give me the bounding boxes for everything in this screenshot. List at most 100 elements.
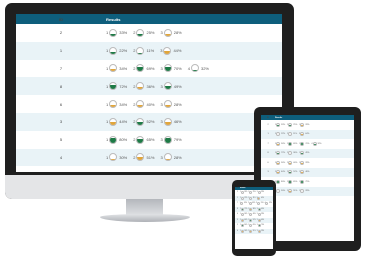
green-progress-circle-icon <box>136 46 145 55</box>
orange-progress-circle-icon <box>288 160 293 165</box>
result-item: 130% <box>275 189 285 194</box>
orange-progress-circle-icon <box>249 229 253 233</box>
row-results: 1 30% 2 51% 3 28% <box>106 153 188 162</box>
green-progress-circle-icon <box>249 224 253 228</box>
result-percent: 80% <box>119 137 128 143</box>
green-progress-circle-icon <box>257 207 261 211</box>
col-results-header[interactable]: Results <box>106 17 120 22</box>
result-percent: 11% <box>146 48 155 54</box>
progress-fill <box>164 137 171 143</box>
result-percent: 32% <box>268 203 272 205</box>
orange-progress-circle-icon <box>163 28 172 37</box>
row-results: 134%269%370%432% <box>240 202 273 206</box>
result-item: 130% <box>106 153 127 162</box>
col-id-header[interactable]: ID <box>261 117 275 119</box>
orange-progress-circle-icon <box>136 82 145 91</box>
result-item: 349% <box>257 207 264 211</box>
table-row[interactable]: 4130%251%328% <box>235 228 273 234</box>
table-row[interactable]: 8172%236%349% <box>16 77 282 96</box>
row-results: 180%265%379% <box>106 135 188 144</box>
result-item: 133% <box>240 191 247 195</box>
table-row[interactable]: 3144%252%346% <box>16 112 282 131</box>
progress-fill <box>301 143 304 145</box>
result-item: 349% <box>161 82 182 91</box>
table-row[interactable]: 2133%225%328% <box>16 24 282 42</box>
result-index: 3 <box>160 48 163 54</box>
table-row[interactable]: 6134%240%328% <box>261 158 354 168</box>
result-index: 1 <box>106 65 109 71</box>
col-results-header[interactable]: Results <box>240 188 245 189</box>
result-item: 1 80% <box>106 135 128 144</box>
result-percent: 69% <box>293 142 298 145</box>
result-item: 370% <box>299 141 309 146</box>
row-results: 134%240%328% <box>240 213 265 217</box>
progress-fill <box>110 33 117 36</box>
table-row[interactable]: 7134%269%370%432% <box>16 60 282 78</box>
result-item: 349% <box>299 151 309 156</box>
green-progress-circle-icon <box>109 28 118 37</box>
result-item: 379% <box>257 224 264 228</box>
table-row[interactable]: 2133%225%328% <box>261 120 354 130</box>
result-item: 328% <box>161 28 182 37</box>
orange-progress-circle-icon <box>288 189 293 194</box>
table-row[interactable]: 7134%269%370%432% <box>261 139 354 149</box>
result-item: 344% <box>299 132 309 137</box>
orange-progress-circle-icon <box>109 100 118 109</box>
table-row[interactable]: 8172%236%349% <box>261 148 354 158</box>
result-percent: 44% <box>260 197 264 199</box>
table-row[interactable]: 3144%252%346% <box>261 167 354 177</box>
row-id: 8 <box>59 83 63 89</box>
result-percent: 11% <box>293 133 298 136</box>
green-progress-circle-icon <box>163 82 172 91</box>
result-percent: 34% <box>243 203 247 205</box>
orange-progress-circle-icon <box>109 117 118 126</box>
progress-fill <box>137 67 144 72</box>
orange-progress-circle-icon <box>163 46 172 55</box>
result-item: 1 22% <box>106 46 127 55</box>
row-results: 180%265%379% <box>275 179 311 184</box>
result-percent: 70% <box>173 65 182 71</box>
result-item: 344% <box>160 46 181 55</box>
row-results: 172%236%349% <box>240 207 265 211</box>
orange-progress-circle-icon <box>163 153 172 162</box>
orange-progress-circle-icon <box>276 189 281 194</box>
row-id: 3 <box>267 171 269 174</box>
result-item: 172% <box>275 151 285 156</box>
green-progress-circle-icon <box>136 135 145 144</box>
green-progress-circle-icon <box>300 141 305 146</box>
result-item: 240% <box>248 213 256 217</box>
row-results: 1 44% 2 52% 3 46% <box>106 117 188 126</box>
green-progress-circle-icon <box>249 196 253 200</box>
table-row[interactable]: 6134%240%328% <box>16 95 282 113</box>
result-percent: 69% <box>146 65 155 71</box>
result-item: 328% <box>299 160 309 165</box>
table-row[interactable]: 1 122% 211% 344% <box>16 41 282 60</box>
green-progress-circle-icon <box>240 207 244 211</box>
result-item: 236% <box>287 151 297 156</box>
table-row[interactable]: 1122%211%344% <box>261 129 354 139</box>
row-results: 122%211%344% <box>275 132 311 137</box>
result-item: 4 32% <box>188 64 209 73</box>
result-percent: 69% <box>252 203 256 205</box>
table-row[interactable]: 5 1 80% 2 65% 3 79% <box>16 131 282 149</box>
orange-progress-circle-icon <box>109 64 118 73</box>
result-index: 3 <box>160 154 163 160</box>
result-percent: 40% <box>146 101 155 107</box>
col-results-header[interactable]: Results <box>275 117 282 119</box>
row-id: 1 <box>59 48 63 54</box>
progress-fill <box>164 105 171 108</box>
result-item: 379% <box>161 135 182 144</box>
result-percent: 40% <box>252 214 256 216</box>
result-percent: 34% <box>281 161 286 164</box>
progress-fill <box>277 172 280 174</box>
progress-fill <box>258 225 260 227</box>
row-id: 7 <box>59 65 63 71</box>
progress-fill <box>164 122 171 125</box>
col-id-header[interactable]: ID <box>16 17 106 22</box>
result-item: 130% <box>240 229 247 233</box>
result-index: 2 <box>133 101 136 107</box>
result-percent: 46% <box>261 219 265 221</box>
table-row[interactable]: 4130%251%328% <box>16 148 282 167</box>
result-item: 2 11% <box>133 46 155 55</box>
orange-progress-circle-icon <box>300 170 305 175</box>
